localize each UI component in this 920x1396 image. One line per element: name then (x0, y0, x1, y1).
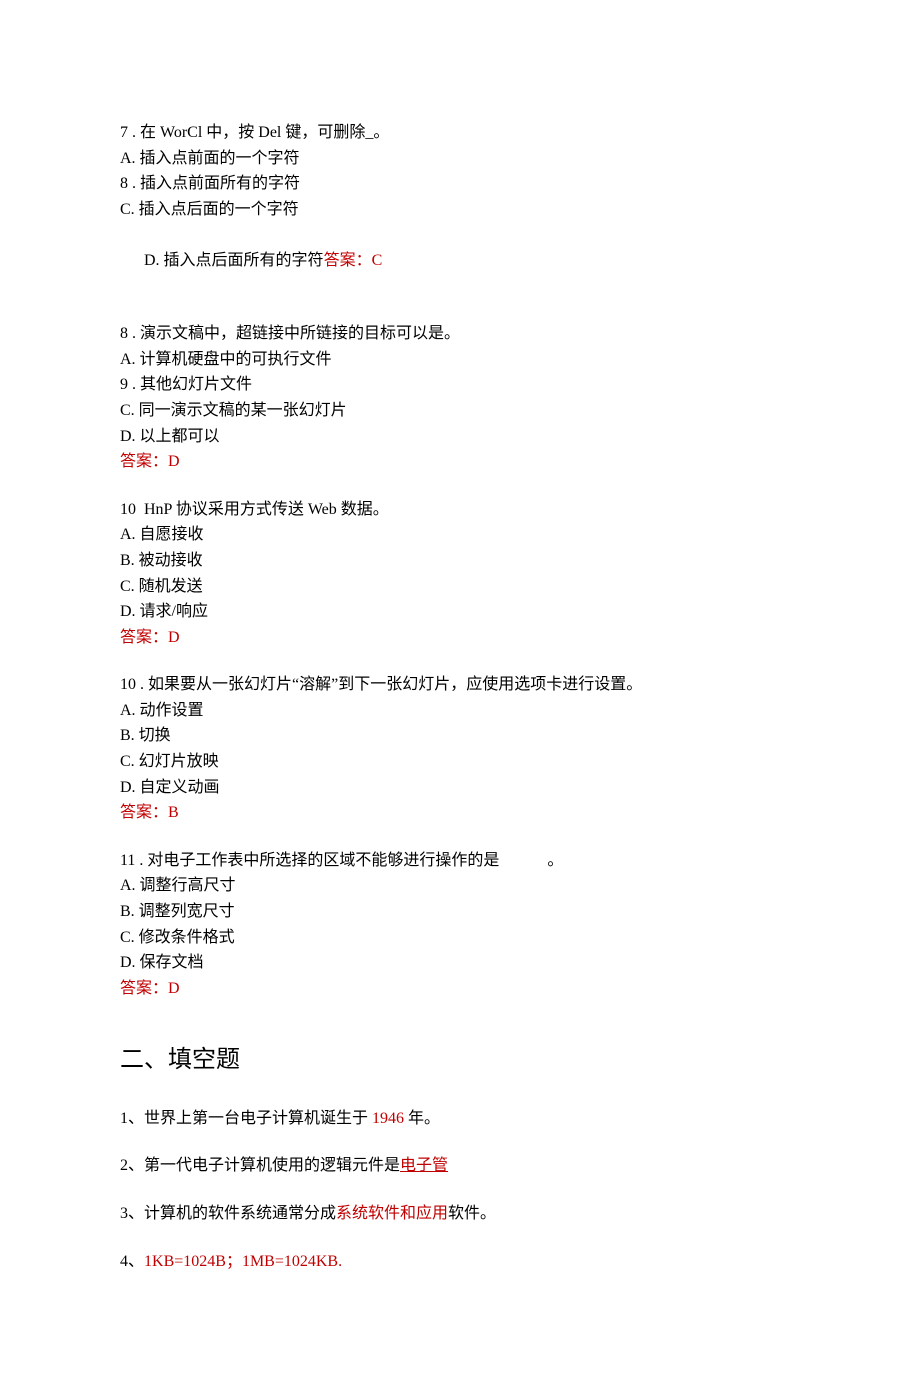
option-d-text: D. 插入点后面所有的字符 (144, 252, 324, 269)
option-b: B. 被动接收 (120, 548, 800, 574)
option-b: B. 切换 (120, 723, 800, 749)
fill-post: 年。 (408, 1110, 440, 1127)
option-c: C. 幻灯片放映 (120, 749, 800, 775)
question-stem: 10 . 如果要从一张幻灯片“溶解”到下一张幻灯片，应使用选项卡进行设置。 (120, 672, 800, 698)
option-d: D. 自定义动画 (120, 775, 800, 801)
question-stem: 10 HnP 协议采用方式传送 Web 数据。 (120, 497, 800, 523)
answer-text: 答案：B (120, 800, 800, 826)
question-10a: 10 HnP 协议采用方式传送 Web 数据。 A. 自愿接收 B. 被动接收 … (120, 497, 800, 651)
fill-pre: 4、 (120, 1253, 144, 1270)
fill-blank-4: 4、1KB=1024B；1MB=1024KB. (120, 1249, 800, 1275)
question-11: 11 . 对电子工作表中所选择的区域不能够进行操作的是 。 A. 调整行高尺寸 … (120, 848, 800, 1002)
question-stem: 8 . 演示文稿中，超链接中所链接的目标可以是。 (120, 321, 800, 347)
option-c: C. 随机发送 (120, 574, 800, 600)
answer-text: 答案：D (120, 449, 800, 475)
option-a: A. 计算机硬盘中的可执行文件 (120, 347, 800, 373)
option-d: D. 请求/响应 (120, 599, 800, 625)
fill-answer: 电子管 (400, 1157, 448, 1174)
option-d-with-answer: D. 插入点后面所有的字符答案：C (120, 222, 800, 299)
question-8: 8 . 演示文稿中，超链接中所链接的目标可以是。 A. 计算机硬盘中的可执行文件… (120, 321, 800, 475)
fill-pre: 3、计算机的软件系统通常分成 (120, 1205, 336, 1222)
answer-text: 答案：D (120, 976, 800, 1002)
fill-answer: 1KB=1024B；1MB=1024KB. (144, 1253, 342, 1270)
option-b: B. 调整列宽尺寸 (120, 899, 800, 925)
answer-text: 答案：D (120, 625, 800, 651)
option-a: A. 插入点前面的一个字符 (120, 146, 800, 172)
fill-pre: 1、世界上第一台电子计算机诞生于 (120, 1110, 372, 1127)
option-c: C. 同一演示文稿的某一张幻灯片 (120, 398, 800, 424)
option-a: A. 调整行高尺寸 (120, 873, 800, 899)
option-c: C. 插入点后面的一个字符 (120, 197, 800, 223)
option-c: C. 修改条件格式 (120, 925, 800, 951)
option-b: 9 . 其他幻灯片文件 (120, 372, 800, 398)
section-2-title: 二、填空题 (120, 1041, 800, 1079)
fill-blank-2: 2、第一代电子计算机使用的逻辑元件是电子管 (120, 1153, 800, 1179)
option-b: 8 . 插入点前面所有的字符 (120, 171, 800, 197)
fill-blank-1: 1、世界上第一台电子计算机诞生于 1946 年。 (120, 1106, 800, 1132)
question-stem: 7 . 在 WorCl 中，按 Del 键，可删除_。 (120, 120, 800, 146)
fill-post: 软件。 (448, 1205, 496, 1222)
fill-answer: 系统软件和应用 (336, 1205, 448, 1222)
fill-pre: 2、第一代电子计算机使用的逻辑元件是 (120, 1157, 400, 1174)
question-10b: 10 . 如果要从一张幻灯片“溶解”到下一张幻灯片，应使用选项卡进行设置。 A.… (120, 672, 800, 826)
fill-blank-3: 3、计算机的软件系统通常分成系统软件和应用软件。 (120, 1201, 800, 1227)
option-d: D. 以上都可以 (120, 424, 800, 450)
option-a: A. 动作设置 (120, 698, 800, 724)
question-stem: 11 . 对电子工作表中所选择的区域不能够进行操作的是 。 (120, 848, 800, 874)
question-7: 7 . 在 WorCl 中，按 Del 键，可删除_。 A. 插入点前面的一个字… (120, 120, 800, 299)
answer-text: 答案：C (324, 252, 383, 269)
document-page: 7 . 在 WorCl 中，按 Del 键，可删除_。 A. 插入点前面的一个字… (0, 0, 920, 1396)
fill-answer: 1946 (372, 1110, 408, 1127)
option-d: D. 保存文档 (120, 950, 800, 976)
option-a: A. 自愿接收 (120, 522, 800, 548)
